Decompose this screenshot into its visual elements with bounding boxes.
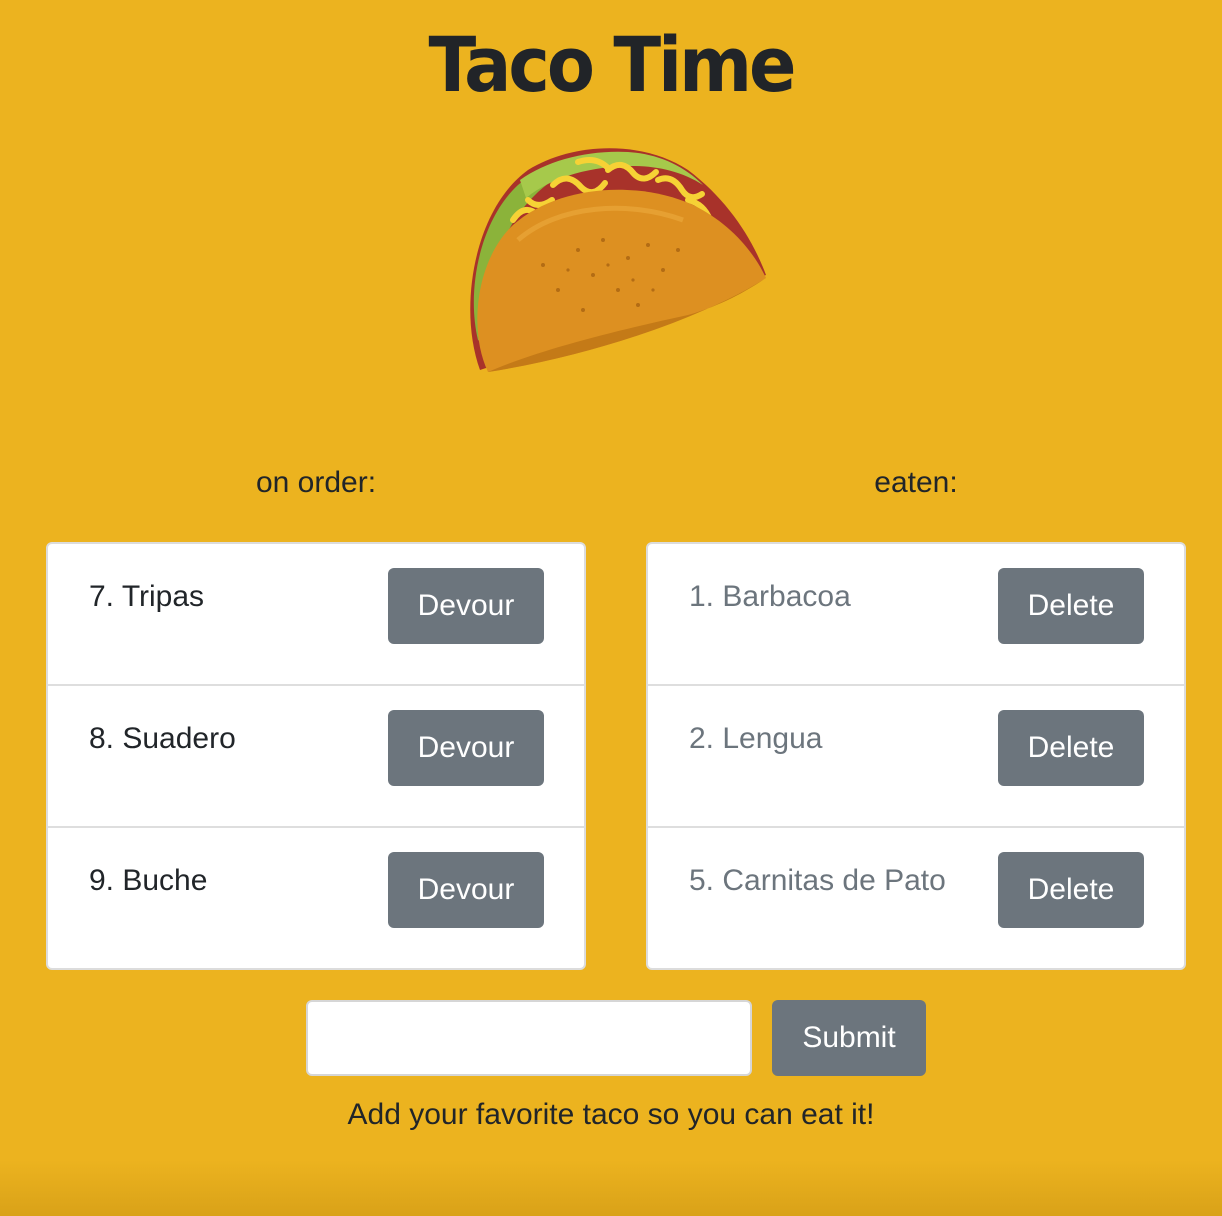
submit-button[interactable]: Submit — [772, 1000, 926, 1076]
taco-name: 5. Carnitas de Pato — [689, 864, 946, 897]
list-item: 2. Lengua Delete — [648, 686, 1184, 828]
delete-button[interactable]: Delete — [998, 568, 1144, 644]
eaten-list: 1. Barbacoa Delete 2. Lengua Delete 5. C… — [646, 542, 1186, 970]
taco-name: 7. Tripas — [89, 580, 205, 613]
taco-name: 2. Lengua — [689, 722, 823, 755]
taco-name-input[interactable] — [306, 1000, 752, 1076]
delete-button[interactable]: Delete — [998, 710, 1144, 786]
devour-button[interactable]: Devour — [388, 710, 544, 786]
taco-name: 8. Suadero — [89, 722, 236, 755]
list-item: 1. Barbacoa Delete — [648, 544, 1184, 686]
taco-name: 1. Barbacoa — [689, 580, 851, 613]
taco-name: 9. Buche — [89, 864, 208, 897]
form-hint: Add your favorite taco so you can eat it… — [347, 1098, 875, 1131]
list-item: 9. Buche Devour — [48, 828, 584, 968]
on-order-heading: on order: — [255, 466, 377, 499]
taco-illustration — [458, 140, 778, 390]
taco-icon — [470, 148, 766, 372]
eaten-heading: eaten: — [874, 466, 958, 499]
delete-button[interactable]: Delete — [998, 852, 1144, 928]
bottom-shade — [0, 1160, 1222, 1216]
page-title: Taco Time — [428, 20, 796, 110]
list-item: 7. Tripas Devour — [48, 544, 584, 686]
devour-button[interactable]: Devour — [388, 568, 544, 644]
list-item: 5. Carnitas de Pato Delete — [648, 828, 1184, 968]
list-item: 8. Suadero Devour — [48, 686, 584, 828]
devour-button[interactable]: Devour — [388, 852, 544, 928]
on-order-list: 7. Tripas Devour 8. Suadero Devour 9. Bu… — [46, 542, 586, 970]
